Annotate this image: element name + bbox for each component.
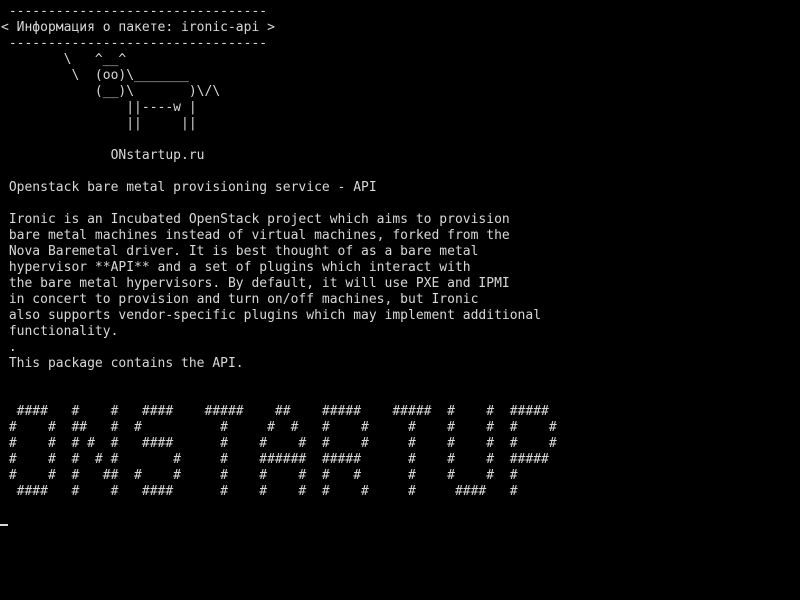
cowsay-bubble-text: < Информация о пакете: ironic-api >: [1, 20, 275, 35]
terminal-cursor: [0, 524, 8, 526]
description-line: bare metal machines instead of virtual m…: [1, 228, 510, 243]
banner-line: #### # # #### # # # # # # #### #: [1, 484, 518, 499]
description-line: Nova Baremetal driver. It is best though…: [1, 244, 479, 259]
banner-line: # # ## # # # # # # # # # # # #: [1, 420, 557, 435]
site-credit: ONstartup.ru: [1, 148, 205, 163]
description-line: functionality.: [1, 324, 119, 339]
description-line: the bare metal hypervisors. By default, …: [1, 276, 510, 291]
description-line: in concert to provision and turn on/off …: [1, 292, 479, 307]
tty-console[interactable]: --------------------------------- < Инфо…: [0, 0, 800, 600]
banner-line: #### # # #### ##### ## ##### ##### # # #…: [1, 404, 549, 419]
banner-line: # # # # # #### # # # # # # # # # #: [1, 436, 557, 451]
description-line: also supports vendor-specific plugins wh…: [1, 308, 542, 323]
cowsay-cow-line: \ ^__^: [1, 52, 127, 67]
package-summary: Openstack bare metal provisioning servic…: [1, 180, 377, 195]
description-line: hypervisor **API** and a set of plugins …: [1, 260, 471, 275]
banner-line: # # # ## # # # # # # # # # # #: [1, 468, 518, 483]
cowsay-cow-line: (__)\ )\/\: [1, 84, 221, 99]
description-line: This package contains the API.: [1, 356, 244, 371]
cowsay-cow-line: ||----w |: [1, 100, 197, 115]
description-line: Ironic is an Incubated OpenStack project…: [1, 212, 510, 227]
cowsay-bubble-bottom: ---------------------------------: [1, 36, 268, 51]
banner-line: # # # # # # # ###### ##### # # # #####: [1, 452, 549, 467]
description-line: .: [1, 340, 17, 355]
cowsay-cow-line: \ (oo)\_______: [1, 68, 189, 83]
cowsay-cow-line: || ||: [1, 116, 197, 131]
terminal-output: --------------------------------- < Инфо…: [1, 4, 557, 500]
cowsay-bubble-top: ---------------------------------: [1, 4, 268, 19]
